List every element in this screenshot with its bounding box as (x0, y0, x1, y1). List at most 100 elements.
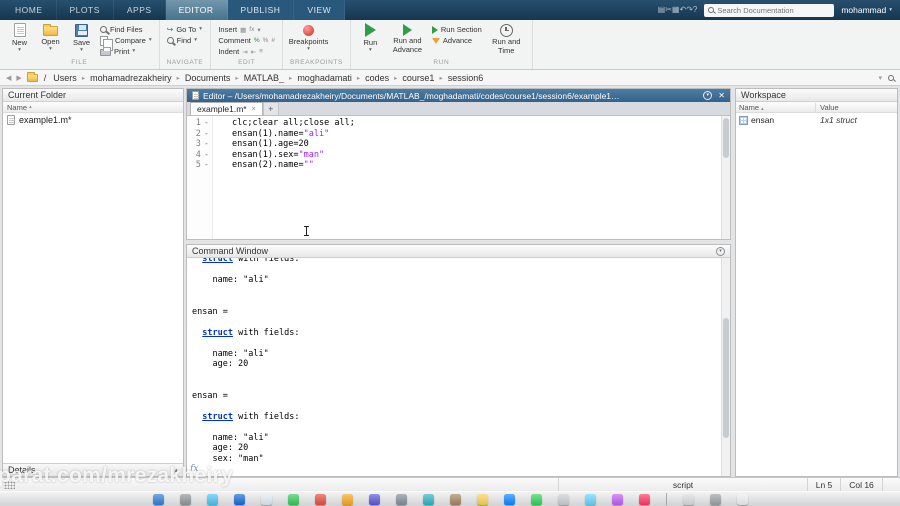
command-window-scroll-thumb[interactable] (723, 318, 729, 438)
new-tab-button[interactable]: + (262, 102, 279, 115)
ribbon-tab-editor[interactable]: EDITOR (165, 0, 228, 20)
dock-icon-11[interactable] (422, 493, 434, 505)
editor-code[interactable]: clc;clear all;close all; ensan(1).name="a… (214, 116, 721, 239)
command-text: name: "ali" (192, 348, 269, 359)
dock-icon-16[interactable] (557, 493, 569, 505)
breakpoint-dash[interactable]: - (204, 118, 209, 129)
address-search-icon[interactable] (888, 74, 894, 81)
help-icon[interactable]: ? (693, 5, 697, 14)
find-files-button[interactable]: Find Files (100, 25, 152, 34)
dock-icon-23[interactable] (736, 493, 748, 505)
breadcrumb-item[interactable]: session6 (447, 73, 485, 83)
dock-icon-19[interactable] (638, 493, 650, 505)
command-window-title: Command Window (192, 246, 269, 256)
open-button[interactable]: Open ▾ (38, 22, 63, 52)
tab-close-icon[interactable]: × (252, 106, 256, 113)
cut-icon[interactable]: ✂ (665, 5, 672, 14)
dock-icon-6[interactable] (287, 493, 299, 505)
dock-icon-9[interactable] (368, 493, 380, 505)
breadcrumb-item[interactable]: MATLAB_ (243, 73, 285, 83)
command-window-content[interactable]: struct with fields: name: "ali" ensan = … (187, 258, 721, 464)
go-to-button[interactable]: ↪ Go To ▾ (167, 25, 202, 34)
dock-icon-17[interactable] (584, 493, 596, 505)
run-section-button[interactable]: Run Section (431, 25, 482, 34)
chevron-down-icon[interactable]: ▾ (878, 74, 882, 82)
dock-icon-12[interactable] (449, 493, 461, 505)
breadcrumb-item[interactable]: mohamadrezakheiry (89, 73, 173, 83)
new-button[interactable]: New ▾ (7, 22, 32, 53)
doc-search[interactable] (704, 3, 835, 17)
struct-link[interactable]: struct (202, 258, 233, 264)
dock-icon-13[interactable] (476, 493, 488, 505)
dock-icon-22[interactable] (709, 493, 721, 505)
dock-icon-10[interactable] (395, 493, 407, 505)
workspace-row[interactable]: ensan 1x1 struct (736, 113, 897, 125)
editor-scrollbar[interactable] (721, 116, 730, 239)
undock-icon[interactable]: ▾ (703, 91, 713, 100)
up-folder-icon[interactable] (26, 71, 38, 82)
dock-icon-7[interactable] (314, 493, 326, 505)
redo-icon[interactable]: ↷ (686, 5, 693, 14)
compare-button[interactable]: Compare ▾ (100, 35, 152, 51)
dock-icon-2[interactable] (179, 493, 191, 505)
ribbon-tab-publish[interactable]: PUBLISH (227, 0, 295, 20)
current-folder-name-column[interactable]: Name ▴ (3, 102, 183, 113)
workspace-value-column[interactable]: Value (816, 103, 897, 112)
indent-button[interactable]: Indent ⇥ ⇤ ≡ (218, 47, 275, 56)
breadcrumb-item[interactable]: course1 (401, 73, 435, 83)
dock-icon-5[interactable] (260, 493, 272, 505)
details-label: Details (8, 465, 36, 475)
panel-menu-icon[interactable]: ▾ (716, 246, 725, 256)
ribbon-tab-apps[interactable]: APPS (114, 0, 166, 20)
ribbon-tab-plots[interactable]: PLOTS (57, 0, 114, 20)
dock (0, 491, 900, 506)
workspace-name-column[interactable]: Name ▴ (736, 102, 816, 112)
breadcrumb-item[interactable]: Documents (184, 73, 232, 83)
run-button[interactable]: Run ▾ (358, 22, 383, 53)
dock-icon-3[interactable] (206, 493, 218, 505)
dock-icon-1[interactable] (152, 493, 164, 505)
file-item[interactable]: example1.m* (3, 113, 183, 127)
doc-search-input[interactable] (717, 5, 828, 15)
breakpoint-dash[interactable]: - (204, 139, 209, 150)
breadcrumb-separator-icon: ▸ (235, 74, 239, 82)
breadcrumb-item[interactable]: moghadamati (296, 73, 353, 83)
run-and-advance-button[interactable]: Run and Advance (389, 22, 426, 54)
breakpoint-dash[interactable]: - (204, 150, 209, 161)
close-icon[interactable]: ✕ (718, 91, 725, 100)
breadcrumb-item[interactable]: codes (364, 73, 390, 83)
dock-icon-15[interactable] (530, 493, 542, 505)
back-icon[interactable]: ◀ (6, 74, 11, 82)
print-button[interactable]: Print ▾ (100, 47, 152, 56)
dock-icon-14[interactable] (503, 493, 515, 505)
ribbon-tab-view[interactable]: VIEW (294, 0, 346, 20)
comment-button[interactable]: Comment % % # (218, 36, 275, 45)
dock-icon-8[interactable] (341, 493, 353, 505)
editor-scroll-thumb[interactable] (723, 118, 729, 158)
user-menu[interactable]: mohammad ▾ (841, 5, 892, 15)
dock-icon-4[interactable] (233, 493, 245, 505)
breakpoint-dash[interactable]: - (204, 129, 209, 140)
file-name: example1.m* (19, 115, 72, 125)
breadcrumb-item[interactable]: Users (52, 73, 78, 83)
insert-button[interactable]: Insert ▦ fx ▾ (218, 25, 275, 34)
advance-button[interactable]: Advance (431, 36, 482, 45)
ribbon-tab-home[interactable]: HOME (2, 0, 57, 20)
find-button[interactable]: Find ▾ (166, 36, 202, 45)
breakpoints-label: Breakpoints (288, 37, 329, 46)
dock-icon-18[interactable] (611, 493, 623, 505)
breakpoints-button[interactable]: Breakpoints ▾ (288, 22, 329, 52)
editor-tab[interactable]: example1.m* × (190, 102, 263, 115)
run-section-label: Run Section (440, 25, 482, 34)
struct-link[interactable]: struct (202, 412, 233, 422)
breakpoint-dash[interactable]: - (204, 160, 209, 171)
forward-icon[interactable]: ▶ (16, 74, 21, 82)
dock-icon-21[interactable] (682, 493, 694, 505)
breadcrumb-root[interactable]: / (43, 73, 48, 83)
command-window-scrollbar[interactable] (721, 258, 730, 476)
run-and-time-button[interactable]: Run and Time (488, 22, 525, 55)
struct-link[interactable]: struct (202, 328, 233, 338)
details-bar[interactable]: Details ▴ (3, 463, 183, 476)
comment-icon: % (253, 37, 260, 44)
save-button[interactable]: Save ▾ (69, 22, 94, 53)
